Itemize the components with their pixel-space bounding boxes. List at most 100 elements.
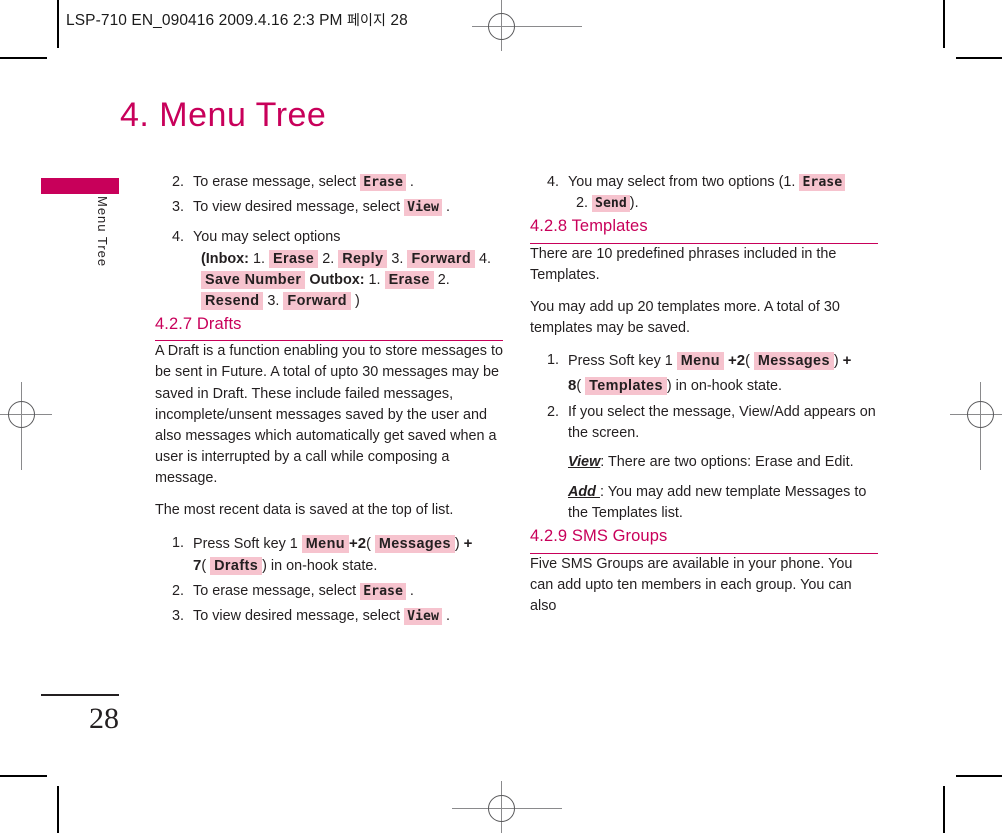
step-number: 4.	[547, 174, 560, 190]
step-text-before: To view desired message, select	[193, 199, 401, 216]
outbox-option-1-number: 1.	[368, 271, 381, 288]
softkey-erase[interactable]: Erase	[268, 249, 319, 268]
printer-slug-text: LSP-710 EN_090416 2009.4.16 2:3 PM	[66, 12, 343, 29]
view-note-text: : There are two options: Erase and Edit.	[600, 453, 854, 470]
softkey-view[interactable]: View	[404, 608, 442, 626]
drafts-paragraph-2: The most recent data is saved at the top…	[155, 502, 454, 519]
add-note-text: : You may add new template Messages to t…	[568, 484, 867, 522]
templates-paragraph-1: There are 10 predefined phrases included…	[530, 245, 837, 283]
templates-steps-list: 1. Press Soft key 1 Menu +2( Messages) +…	[530, 350, 878, 444]
inbox-option-3-number: 3.	[391, 250, 404, 267]
options-close-paren: )	[354, 292, 360, 309]
list-item: 3. To view desired message, select View …	[172, 197, 503, 218]
outbox-option-2-number: 2.	[437, 271, 450, 288]
softkey-view[interactable]: View	[404, 199, 442, 217]
list-item: 2. To erase message, select Erase .	[172, 581, 503, 602]
digit-2: 2	[357, 534, 367, 552]
drafts-paragraph-1: A Draft is a function enabling you to st…	[155, 343, 503, 487]
view-label: View	[568, 453, 601, 470]
step-text-after: ).	[629, 195, 639, 212]
plus-sign: +	[463, 534, 473, 552]
softkey-erase[interactable]: Erase	[384, 270, 434, 289]
softkey-menu[interactable]: Menu	[676, 352, 724, 371]
softkey-forward[interactable]: Forward	[407, 249, 476, 268]
right-column: 4. You may select from two options (1. E…	[530, 172, 878, 628]
step-text: You may select options	[193, 229, 341, 246]
list-item: 1. Press Soft key 1 Menu +2( Messages) + …	[172, 533, 503, 577]
step-number: 3.	[172, 199, 185, 216]
templates-paragraph-2: You may add up 20 templates more. A tota…	[530, 298, 840, 337]
list-item: 2. To erase message, select Erase .	[172, 172, 503, 193]
softkey-reply[interactable]: Reply	[338, 249, 388, 268]
crop-mark-top-left-horizontal	[0, 57, 47, 59]
crop-mark-bottom-right-horizontal	[956, 775, 1002, 777]
crop-mark-bottom-left-horizontal	[0, 775, 47, 777]
softkey-erase[interactable]: Erase	[360, 583, 406, 600]
plus-sign: +	[727, 352, 737, 370]
softkey-resend[interactable]: Resend	[201, 291, 264, 310]
step-text-before: Press Soft key 1	[193, 535, 298, 552]
step-number: 1.	[172, 534, 185, 551]
step-number: 3.	[172, 608, 185, 625]
softkey-send[interactable]: Send	[592, 195, 630, 213]
templates-view-note: View: There are two options: Erase and E…	[568, 452, 878, 473]
step1-line2: 8( Templates) in on-hook state.	[568, 372, 878, 397]
softkey-messages[interactable]: Messages	[753, 352, 834, 371]
inbox-option-1-number: 1.	[252, 250, 265, 267]
options-detail: (Inbox: 1. Erase 2. Reply 3. Forward 4. …	[193, 249, 503, 313]
printer-slug-korean: 페이지	[347, 13, 386, 29]
page-number: 28	[89, 702, 119, 735]
open-paren: (	[745, 353, 750, 370]
softkey-menu[interactable]: Menu	[301, 534, 349, 553]
side-tab-bar	[41, 178, 119, 194]
list-item: 2. If you select the message, View/Add a…	[547, 402, 878, 444]
step-number: 1.	[547, 352, 560, 369]
step-text-after: .	[445, 608, 450, 625]
side-tab-label: Menu Tree	[95, 196, 110, 268]
registration-mark-right	[967, 401, 994, 428]
digit-2: 2	[736, 352, 746, 370]
step1-line2: 7( Drafts) in on-hook state.	[193, 555, 503, 577]
inbox-label: (Inbox:	[201, 250, 249, 267]
step-number: 2.	[172, 174, 185, 190]
softkey-drafts[interactable]: Drafts	[210, 556, 263, 575]
plus-sign: +	[348, 534, 358, 552]
plus-sign: +	[842, 352, 852, 370]
step-number: 2.	[172, 583, 185, 599]
softkey-erase[interactable]: Erase	[799, 174, 846, 191]
printer-slug-page: 28	[390, 12, 408, 29]
crop-mark-top-right-horizontal	[956, 57, 1002, 59]
open-paren: (	[366, 535, 371, 552]
section-heading-sms-groups: 4.2.9 SMS Groups	[530, 524, 878, 554]
softkey-forward[interactable]: Forward	[283, 291, 351, 310]
step-text: If you select the message, View/Add appe…	[568, 403, 876, 441]
crop-mark-top-right-vertical	[943, 0, 945, 48]
softkey-save-number[interactable]: Save Number	[201, 270, 306, 289]
softkey-messages[interactable]: Messages	[374, 534, 455, 553]
crop-mark-bottom-left-vertical	[57, 786, 59, 833]
drafts-steps-list: 1. Press Soft key 1 Menu +2( Messages) + …	[155, 533, 503, 628]
softkey-erase[interactable]: Erase	[360, 174, 406, 191]
close-paren: )	[833, 353, 839, 370]
inbox-option-2-number: 2.	[322, 250, 335, 267]
crop-mark-bottom-right-vertical	[943, 786, 945, 833]
option-2-number: 2.	[576, 195, 589, 212]
softkey-templates[interactable]: Templates	[585, 377, 667, 396]
list-item: 3. To view desired message, select View …	[172, 606, 503, 627]
step-text-after: in on-hook state.	[675, 378, 783, 395]
open-paren: (	[576, 378, 582, 395]
close-paren: )	[454, 535, 460, 552]
registration-mark-bottom	[488, 795, 515, 822]
step-text-after: in on-hook state.	[270, 557, 378, 574]
step-text-before: To erase message, select	[193, 174, 357, 190]
step-text-before: Press Soft key 1	[568, 353, 673, 370]
left-column: 2. To erase message, select Erase . 3. T…	[155, 172, 503, 631]
step4-line2: 2. Send).	[568, 193, 878, 214]
folio-rule	[41, 694, 119, 696]
templates-add-note: Add : You may add new template Messages …	[568, 482, 878, 524]
step-text-after: .	[409, 583, 414, 599]
step-text-before: To view desired message, select	[193, 608, 401, 625]
step-number: 2.	[547, 403, 560, 420]
sms-groups-paragraph-1: Five SMS Groups are available in your ph…	[530, 555, 853, 615]
outbox-label: Outbox:	[309, 271, 365, 288]
